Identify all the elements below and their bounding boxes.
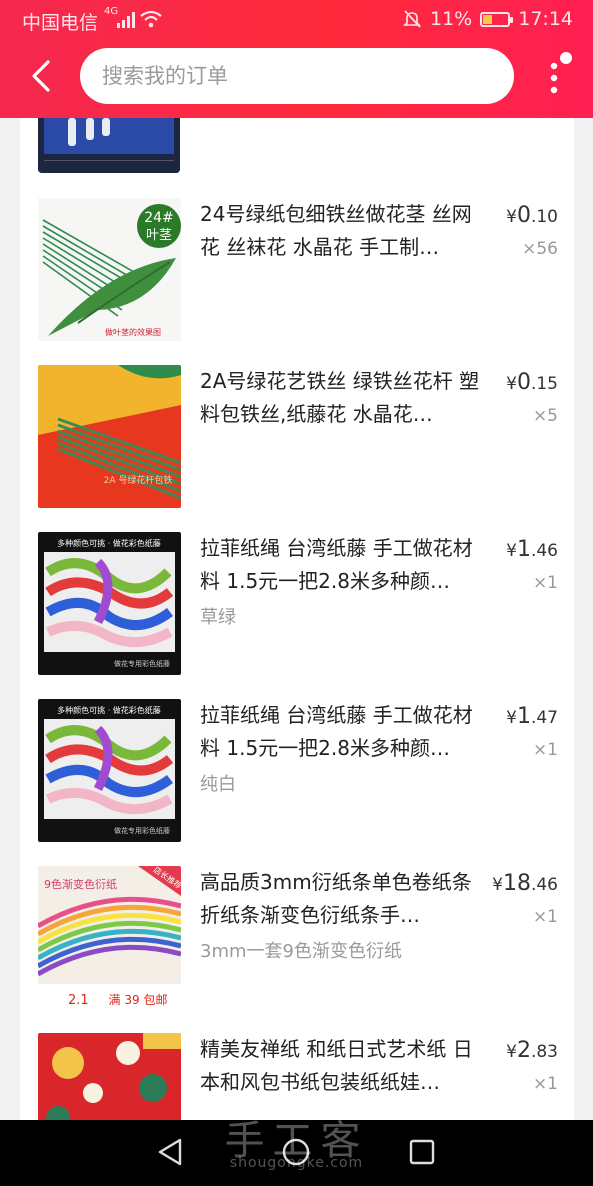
item-title[interactable]: 2A号绿花艺铁丝 绿铁丝花杆 塑料包铁丝,纸藤花 水晶花… bbox=[200, 365, 486, 431]
status-bar: 中国电信 4G 11% 17:14 bbox=[0, 0, 593, 40]
thumb-note: 2A 号绿花杆包铁 bbox=[104, 474, 173, 486]
currency-symbol: ¥ bbox=[506, 541, 517, 561]
item-title[interactable]: 高品质3mm衍纸条单色卷纸条折纸条渐变色衍纸条手… bbox=[200, 866, 486, 932]
list-item[interactable]: 9色渐变色衍纸 店长推荐 2.1 满 39 包邮 高品质3mm衍纸条单色卷纸条折… bbox=[20, 853, 574, 1020]
item-quantity: ×1 bbox=[532, 740, 558, 760]
thumb-label: 9色渐变色衍纸 bbox=[44, 877, 117, 891]
currency-symbol: ¥ bbox=[506, 708, 517, 728]
price-decimal: .15 bbox=[530, 374, 558, 394]
item-sku: 3mm一套9色渐变色衍纸 bbox=[200, 941, 402, 962]
search-input[interactable]: 搜索我的订单 bbox=[80, 48, 514, 104]
list-item[interactable]: 2A 号绿花杆包铁 2A号绿花艺铁丝 绿铁丝花杆 塑料包铁丝,纸藤花 水晶花… … bbox=[20, 352, 574, 519]
item-price: ¥0.10 bbox=[506, 203, 558, 228]
price-decimal: .46 bbox=[530, 875, 558, 895]
product-image[interactable]: 多种颜色可挑 · 做花彩色纸藤 做花专用彩色纸藤 bbox=[38, 532, 181, 675]
mute-icon bbox=[403, 10, 421, 28]
wifi-icon bbox=[140, 10, 162, 28]
price-decimal: .47 bbox=[530, 708, 558, 728]
thumb-price: 2.1 bbox=[68, 993, 89, 1008]
battery-icon bbox=[480, 11, 514, 27]
price-decimal: .83 bbox=[530, 1042, 558, 1062]
product-image[interactable]: 24# 叶茎 做叶茎的效果图 bbox=[38, 198, 181, 341]
price-integer: 0 bbox=[516, 203, 531, 228]
item-price: ¥18.46 bbox=[492, 871, 558, 896]
signal-bars-icon bbox=[117, 12, 135, 28]
thumb-note: 做叶茎的效果图 bbox=[105, 327, 161, 337]
item-price: ¥1.46 bbox=[506, 537, 558, 562]
item-title[interactable]: 拉菲纸绳 台湾纸藤 手工做花材料 1.5元一把2.8米多种颜… bbox=[200, 699, 486, 765]
thumb-banner: 多种颜色可挑 · 做花彩色纸藤 bbox=[57, 705, 161, 715]
currency-symbol: ¥ bbox=[506, 374, 517, 394]
price-integer: 18 bbox=[502, 871, 531, 896]
item-quantity: ×5 bbox=[532, 406, 558, 426]
list-item[interactable]: 24# 叶茎 做叶茎的效果图 24号绿纸包细铁丝做花茎 丝网花 丝袜花 水晶花 … bbox=[20, 185, 574, 352]
thumb-footer: 做花专用彩色纸藤 bbox=[114, 659, 170, 668]
thumb-footer: 做花专用彩色纸藤 bbox=[114, 826, 170, 835]
back-arrow-icon[interactable] bbox=[26, 58, 58, 94]
price-decimal: .10 bbox=[530, 207, 558, 227]
item-title[interactable]: 精美友禅纸 和纸日式艺术纸 日本和风包书纸包装纸纸娃… bbox=[200, 1033, 486, 1099]
product-image[interactable]: 9色渐变色衍纸 店长推荐 2.1 满 39 包邮 bbox=[38, 866, 181, 1009]
price-decimal: .46 bbox=[530, 541, 558, 561]
item-sku: 草绿 bbox=[200, 607, 236, 628]
item-price: ¥0.15 bbox=[506, 370, 558, 395]
list-item[interactable]: 精美友禅纸 和纸日式艺术纸 日本和风包书纸包装纸纸娃… ¥2.83 ×1 bbox=[20, 1020, 574, 1120]
item-quantity: ×56 bbox=[522, 239, 558, 259]
carrier-label: 中国电信 bbox=[22, 12, 99, 34]
search-placeholder: 搜索我的订单 bbox=[102, 64, 228, 88]
product-image[interactable]: 2A 号绿花杆包铁 bbox=[38, 365, 181, 508]
currency-symbol: ¥ bbox=[506, 1042, 517, 1062]
partial-product-image[interactable] bbox=[38, 118, 180, 173]
thumb-label: 叶茎 bbox=[146, 228, 172, 243]
thumb-banner: 多种颜色可挑 · 做花彩色纸藤 bbox=[57, 538, 161, 548]
product-image[interactable] bbox=[38, 1033, 181, 1120]
item-sku: 纯白 bbox=[200, 774, 236, 795]
header-bar: 中国电信 4G 11% 17:14 搜索我的订单 bbox=[0, 0, 593, 118]
thumb-label: 24# bbox=[144, 210, 174, 226]
thumb-promo: 满 39 包邮 bbox=[109, 993, 168, 1007]
item-quantity: ×1 bbox=[532, 1074, 558, 1094]
item-quantity: ×1 bbox=[532, 907, 558, 927]
more-icon[interactable] bbox=[544, 52, 574, 98]
currency-symbol: ¥ bbox=[506, 207, 517, 227]
item-price: ¥2.83 bbox=[506, 1038, 558, 1063]
clock: 17:14 bbox=[518, 8, 573, 30]
currency-symbol: ¥ bbox=[492, 875, 503, 895]
price-integer: 2 bbox=[516, 1038, 531, 1063]
item-price: ¥1.47 bbox=[506, 704, 558, 729]
item-title[interactable]: 24号绿纸包细铁丝做花茎 丝网花 丝袜花 水晶花 手工制… bbox=[200, 198, 486, 264]
watermark-url: shougongke.com bbox=[229, 1155, 364, 1171]
price-integer: 0 bbox=[516, 370, 531, 395]
order-item-list: 24# 叶茎 做叶茎的效果图 24号绿纸包细铁丝做花茎 丝网花 丝袜花 水晶花 … bbox=[20, 118, 574, 1120]
list-item[interactable]: 多种颜色可挑 · 做花彩色纸藤 做花专用彩色纸藤 拉菲纸绳 台湾纸藤 手工做花材… bbox=[20, 686, 574, 853]
price-integer: 1 bbox=[516, 537, 531, 562]
item-quantity: ×1 bbox=[532, 573, 558, 593]
item-title[interactable]: 拉菲纸绳 台湾纸藤 手工做花材料 1.5元一把2.8米多种颜… bbox=[200, 532, 486, 598]
price-integer: 1 bbox=[516, 704, 531, 729]
list-item[interactable]: 多种颜色可挑 · 做花彩色纸藤 做花专用彩色纸藤 拉菲纸绳 台湾纸藤 手工做花材… bbox=[20, 519, 574, 686]
product-image[interactable]: 多种颜色可挑 · 做花彩色纸藤 做花专用彩色纸藤 bbox=[38, 699, 181, 842]
battery-percent: 11% bbox=[430, 8, 473, 30]
